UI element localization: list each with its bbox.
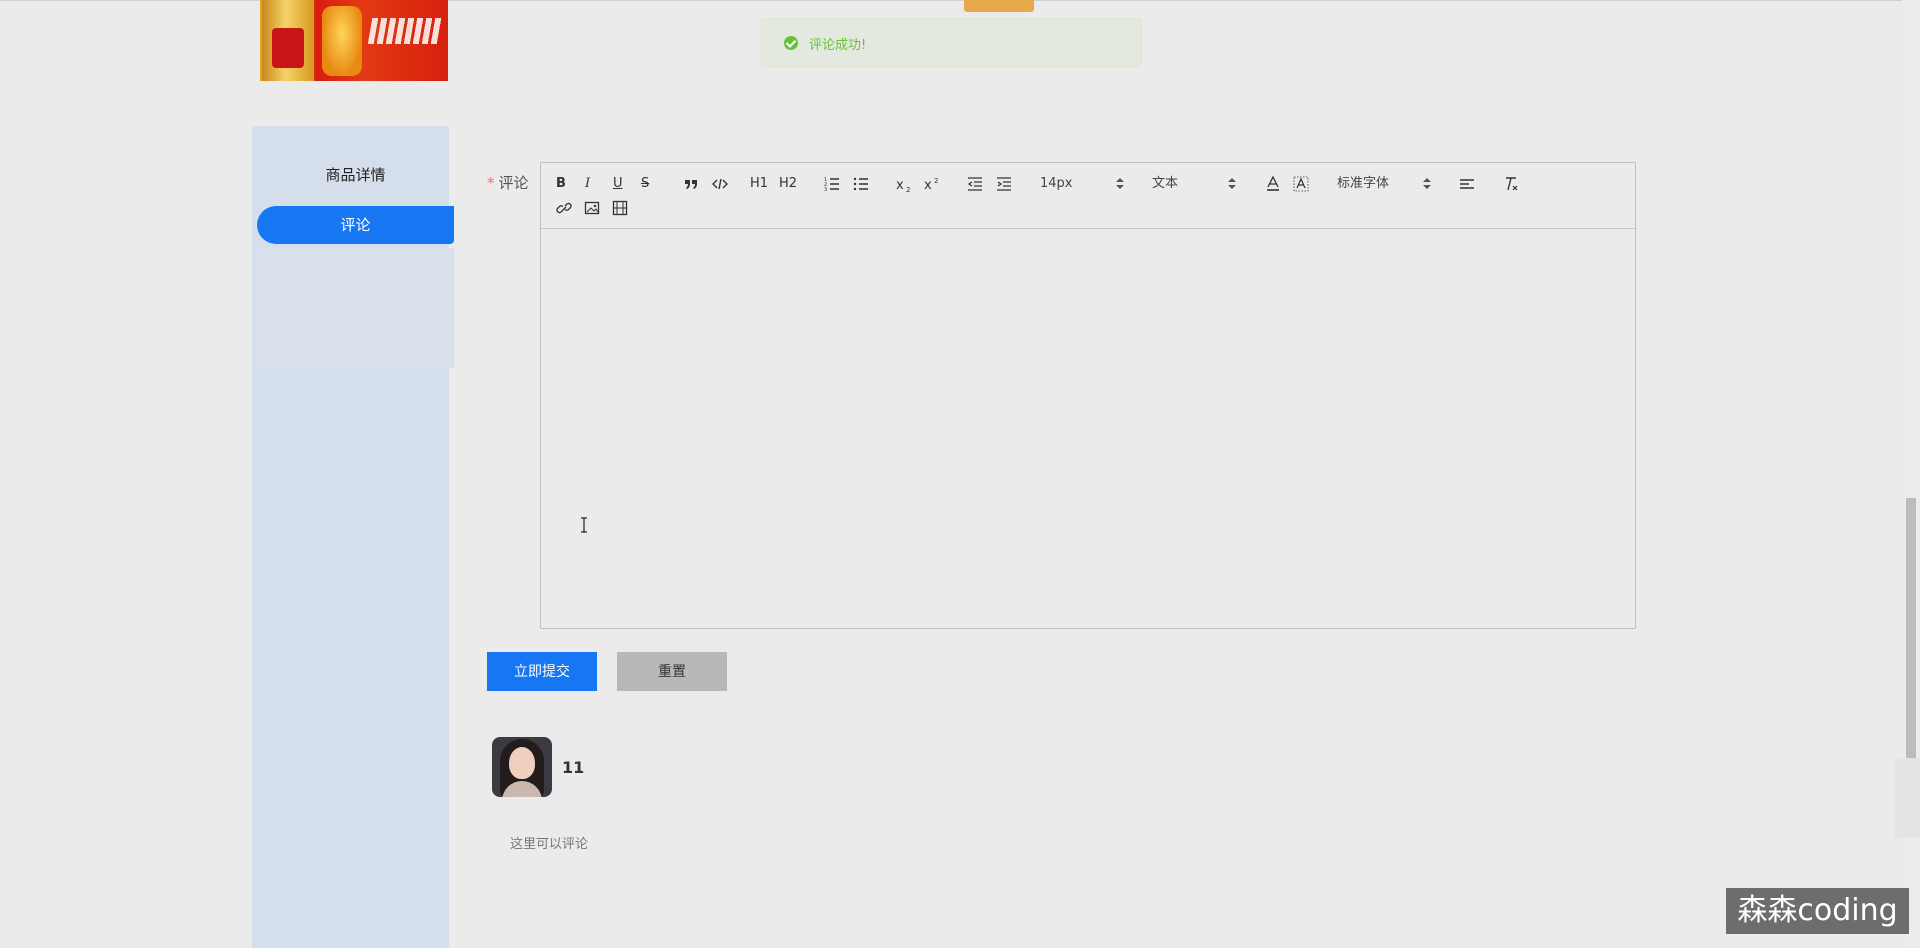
code-block-icon[interactable] <box>712 174 728 194</box>
font-size-picker[interactable]: 14px <box>1040 174 1124 194</box>
check-circle-icon <box>784 36 798 50</box>
svg-text:3: 3 <box>824 187 827 193</box>
comment-username: 11 <box>562 758 585 777</box>
header-2-button[interactable]: H2 <box>779 174 797 194</box>
underline-button[interactable]: U <box>613 174 623 194</box>
comment-label-text: 评论 <box>498 174 529 192</box>
align-icon[interactable] <box>1459 174 1475 194</box>
editor-toolbar: B I U S H1 H2 123 x2 x2 14px 文本 标准字体 <box>541 163 1635 229</box>
superscript-icon[interactable]: x2 <box>924 174 942 194</box>
scrollbar-thumb[interactable] <box>1906 498 1916 760</box>
orange-tab <box>964 0 1034 12</box>
text-cursor-icon <box>581 517 587 533</box>
text-color-icon[interactable] <box>1265 174 1281 194</box>
watermark: 森森coding <box>1726 888 1909 934</box>
page: 评论成功! 商品详情 评论 * 评论 B I U S H1 H2 123 x 2… <box>0 0 1920 948</box>
ordered-list-icon[interactable]: 123 <box>824 174 840 194</box>
reset-button[interactable]: 重置 <box>617 652 727 691</box>
toast-message: 评论成功! <box>809 38 867 53</box>
svg-text:x: x <box>924 178 932 193</box>
success-toast: 评论成功! <box>761 18 1142 67</box>
font-size-value: 14px <box>1040 176 1073 191</box>
header-picker[interactable]: 文本 <box>1152 174 1236 194</box>
blockquote-icon[interactable] <box>684 174 698 194</box>
font-family-value: 标准字体 <box>1337 176 1390 191</box>
submit-button[interactable]: 立即提交 <box>487 652 597 691</box>
indent-icon[interactable] <box>996 174 1012 194</box>
avatar <box>492 737 552 797</box>
updown-arrows-icon <box>1116 177 1124 191</box>
svg-text:2: 2 <box>934 177 938 185</box>
svg-text:x: x <box>896 178 904 193</box>
updown-arrows-icon <box>1423 177 1431 191</box>
video-icon[interactable] <box>612 198 628 218</box>
italic-button[interactable]: I <box>585 174 590 194</box>
header-value: 文本 <box>1152 176 1179 191</box>
sidebar-item-product-details[interactable]: 商品详情 <box>257 156 454 194</box>
link-icon[interactable] <box>556 198 572 218</box>
product-image <box>260 0 448 81</box>
editor-content[interactable] <box>541 229 1635 628</box>
comment-text: 这里可以评论 <box>510 837 589 852</box>
background-color-icon[interactable] <box>1293 174 1309 194</box>
strike-button[interactable]: S <box>641 174 649 194</box>
floating-widget <box>1895 758 1920 838</box>
sidebar: 商品详情 评论 <box>252 126 454 948</box>
svg-text:2: 2 <box>906 186 910 194</box>
font-family-picker[interactable]: 标准字体 <box>1337 174 1431 194</box>
header-1-button[interactable]: H1 <box>750 174 768 194</box>
product-bottle <box>322 6 362 76</box>
image-icon[interactable] <box>584 198 600 218</box>
bullet-list-icon[interactable] <box>853 174 869 194</box>
sidebar-panel <box>257 248 454 368</box>
product-can <box>262 0 314 81</box>
outdent-icon[interactable] <box>967 174 983 194</box>
rich-text-editor: B I U S H1 H2 123 x2 x2 14px 文本 标准字体 <box>540 162 1636 629</box>
bold-button[interactable]: B <box>556 174 566 194</box>
clear-format-icon[interactable] <box>1503 174 1519 194</box>
updown-arrows-icon <box>1228 177 1236 191</box>
required-mark: * <box>487 174 495 192</box>
comment-label: * 评论 <box>487 172 529 193</box>
product-slogan <box>367 18 443 44</box>
subscript-icon[interactable]: x2 <box>896 174 914 194</box>
sidebar-item-comments[interactable]: 评论 <box>257 206 454 244</box>
